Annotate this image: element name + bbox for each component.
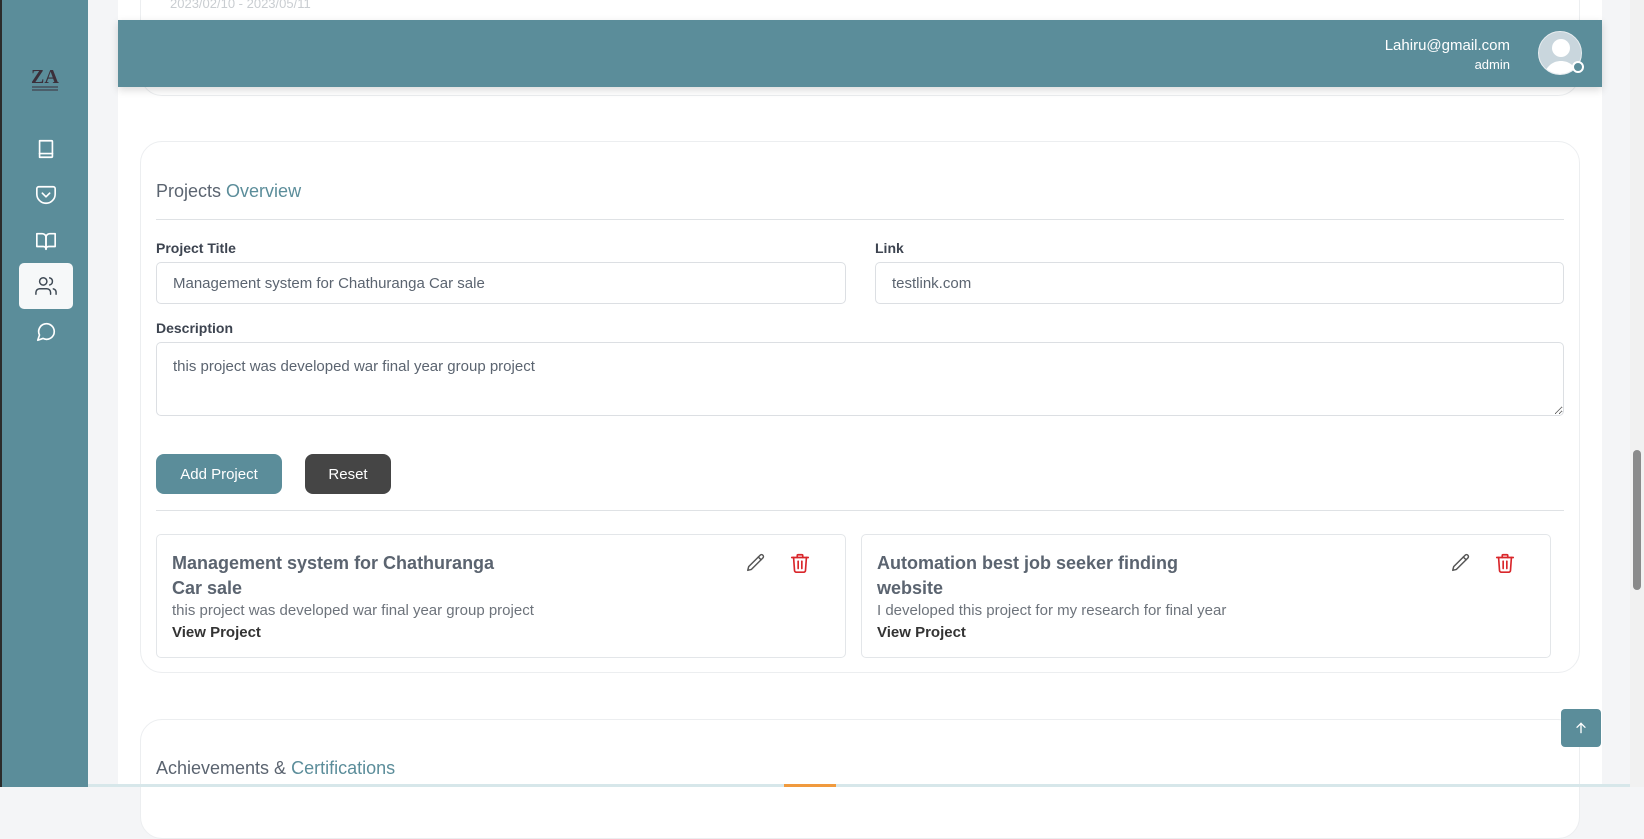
add-project-button[interactable]: Add Project — [156, 454, 282, 494]
app-logo[interactable]: ZA — [28, 62, 62, 94]
section-divider — [156, 219, 1564, 220]
project-card-description: this project was developed war final yea… — [172, 602, 534, 619]
sidebar-item-courses[interactable] — [19, 126, 73, 172]
project-card: Automation best job seeker finding websi… — [861, 534, 1551, 658]
scrollbar-thumb[interactable] — [1633, 450, 1641, 590]
projects-section-title: Projects Overview — [156, 181, 302, 201]
svg-text:ZA: ZA — [31, 66, 59, 88]
sidebar-item-pocket[interactable] — [19, 172, 73, 218]
view-project-link[interactable]: View Project — [172, 624, 261, 641]
delete-project-button[interactable] — [788, 551, 812, 575]
user-email: Lahiru@gmail.com — [1384, 37, 1510, 54]
link-input[interactable] — [875, 262, 1564, 304]
project-title-label: Project Title — [156, 240, 236, 256]
reset-button[interactable]: Reset — [305, 454, 391, 494]
project-title-input[interactable] — [156, 262, 846, 304]
achievements-card — [140, 719, 1580, 839]
edit-project-button[interactable] — [1449, 551, 1473, 575]
message-circle-icon — [36, 322, 56, 342]
description-label: Description — [156, 320, 234, 336]
view-project-link[interactable]: View Project — [877, 624, 966, 641]
sidebar-item-messages[interactable] — [19, 309, 73, 355]
achievements-section-title: Achievements & Certifications — [156, 758, 396, 778]
trash-icon — [1495, 553, 1515, 573]
user-role: admin — [1474, 57, 1510, 72]
project-card-title: Automation best job seeker finding websi… — [877, 553, 1179, 598]
scroll-to-top-button[interactable] — [1561, 709, 1601, 747]
arrow-up-icon — [1576, 722, 1586, 734]
edit-project-button[interactable] — [744, 551, 768, 575]
pencil-icon — [747, 553, 765, 572]
form-divider — [156, 510, 1564, 511]
pencil-icon — [1452, 553, 1470, 572]
description-textarea[interactable]: this project was developed war final yea… — [156, 342, 1564, 416]
delete-project-button[interactable] — [1493, 551, 1517, 575]
link-label: Link — [875, 240, 904, 256]
page-scrollbar[interactable] — [1630, 0, 1644, 787]
open-book-icon — [36, 232, 56, 251]
online-status-dot — [1572, 61, 1584, 73]
project-card-description: I developed this project for my research… — [877, 602, 1227, 619]
sidebar-item-library[interactable] — [19, 218, 73, 264]
sidebar-item-users[interactable] — [19, 263, 73, 309]
project-card: Management system for Chathuranga Car sa… — [156, 534, 846, 658]
book-icon — [38, 139, 54, 159]
project-card-title: Management system for Chathuranga Car sa… — [172, 553, 495, 598]
previous-section-date: 2023/02/10 - 2023/05/11 — [170, 0, 311, 11]
pocket-icon — [36, 185, 56, 205]
sidebar: ZA — [2, 0, 88, 787]
trash-icon — [790, 553, 810, 573]
top-header: Lahiru@gmail.com admin — [118, 20, 1602, 87]
users-icon — [35, 277, 57, 295]
